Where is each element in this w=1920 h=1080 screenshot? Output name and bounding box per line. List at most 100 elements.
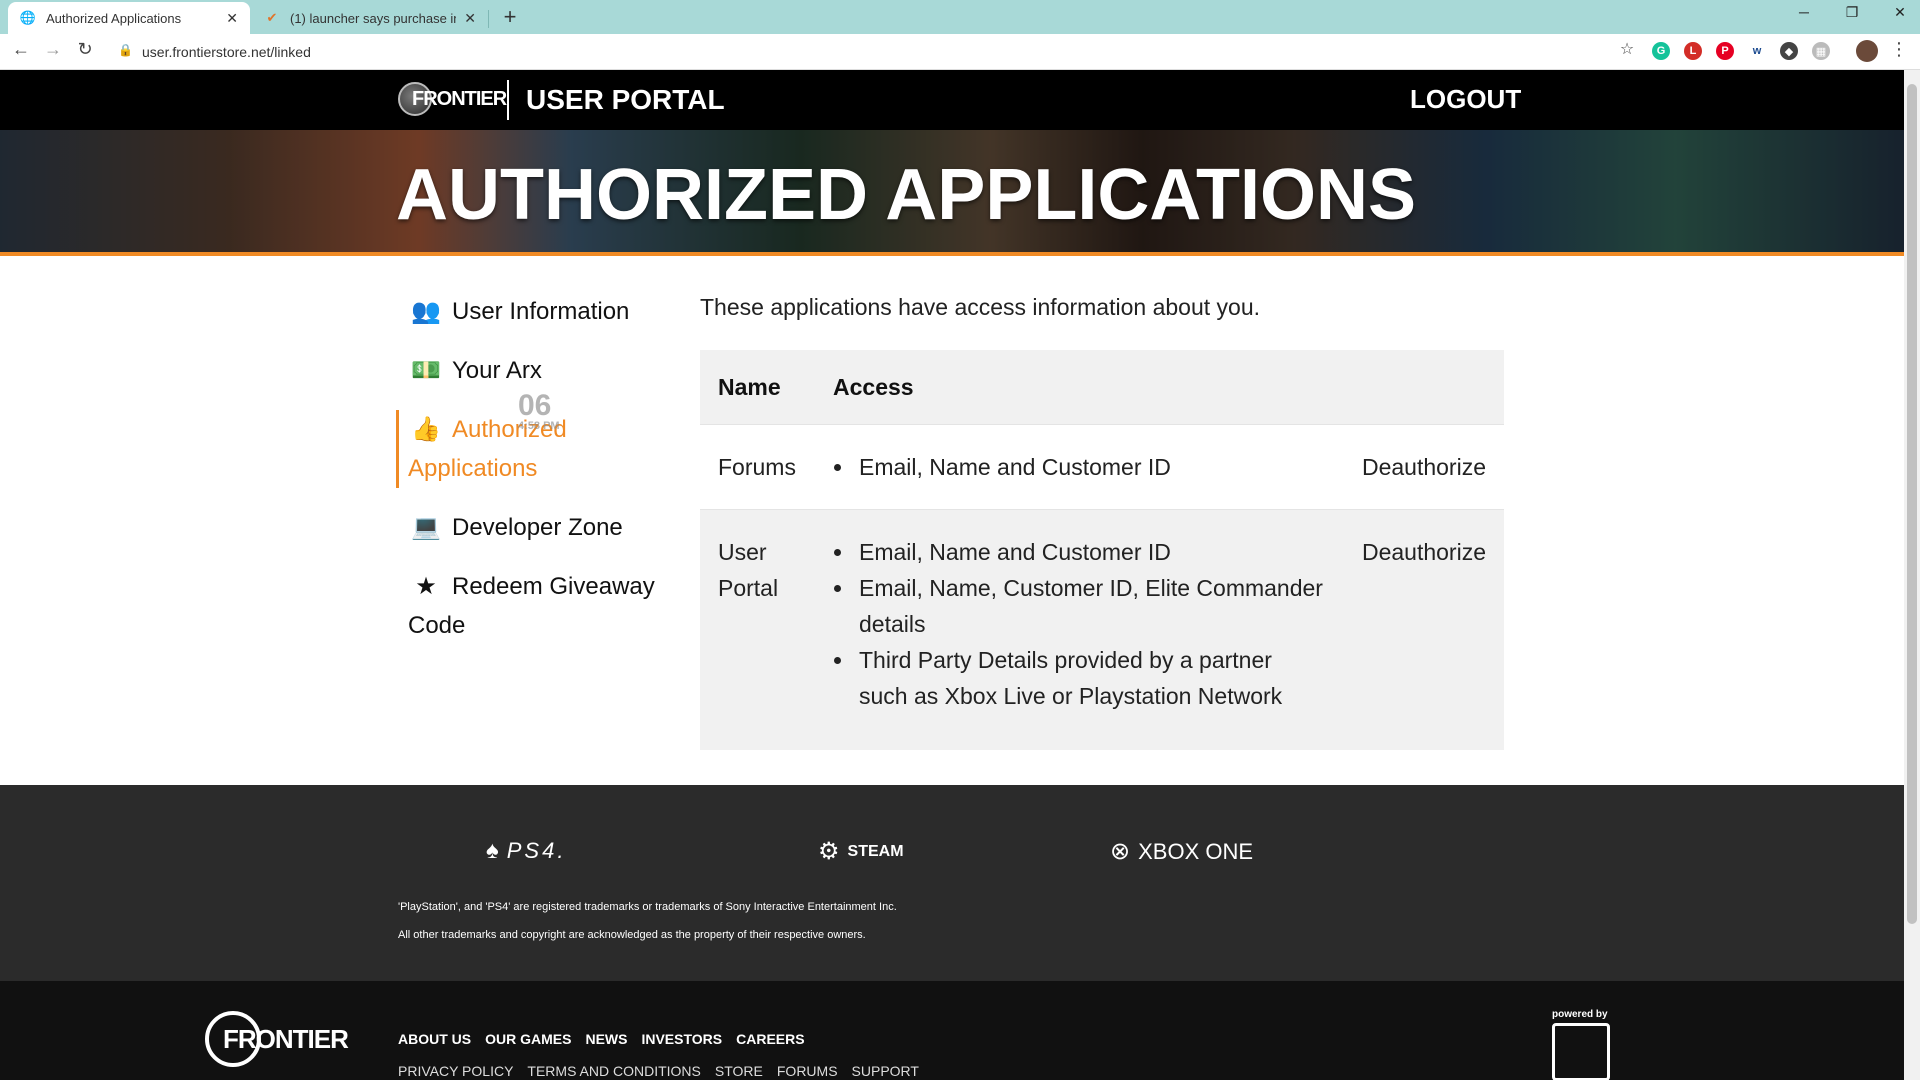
footer-link-about-us[interactable]: ABOUT US: [398, 1031, 471, 1047]
laptop-icon: 💻: [411, 514, 441, 541]
sidebar-item-developer-zone[interactable]: 💻 Developer Zone: [396, 508, 666, 547]
site-header: FRONTIER USER PORTAL LOGOUT: [0, 70, 1904, 130]
footer-frontier-logo[interactable]: FRONTIER: [205, 1011, 349, 1067]
extension-grammarly-icon[interactable]: G: [1652, 42, 1670, 60]
overlay-subtime: 4:58 PM: [518, 420, 560, 432]
frontier-logo[interactable]: FRONTIER: [398, 82, 507, 116]
bird-icon: ✔: [266, 10, 278, 25]
browser-tabstrip: 🌐 Authorized Applications ✕ ✔ (1) launch…: [0, 0, 1920, 34]
close-window-icon[interactable]: ✕: [1890, 4, 1910, 21]
trademark-text: All other trademarks and copyright are a…: [398, 929, 866, 941]
access-list: Email, Name and Customer ID Email, Name,…: [833, 534, 1326, 714]
apps-table: Name Access Forums Email, Name and Custo…: [700, 350, 1504, 750]
playstation-icon: ♠: [486, 837, 499, 864]
new-tab-icon[interactable]: +: [498, 4, 522, 30]
page-scrollbar[interactable]: [1904, 70, 1920, 1080]
minimize-icon[interactable]: ─: [1794, 4, 1814, 20]
column-header-access: Access: [815, 350, 1344, 424]
close-icon[interactable]: ✕: [226, 10, 238, 27]
tab-title: (1) launcher says purchase instea: [290, 10, 456, 26]
extension-lastpass-icon[interactable]: L: [1684, 42, 1702, 60]
table-header-row: Name Access: [700, 350, 1504, 424]
footer-secondary-links: PRIVACY POLICY TERMS AND CONDITIONS STOR…: [398, 1063, 919, 1079]
browser-tab[interactable]: ✔ (1) launcher says purchase instea ✕: [252, 2, 488, 34]
footer-link-news[interactable]: NEWS: [585, 1031, 627, 1047]
powered-by-label: powered by: [1552, 1009, 1608, 1020]
footer-link-privacy-policy[interactable]: PRIVACY POLICY: [398, 1063, 513, 1079]
app-name: User Portal: [700, 509, 815, 750]
platform-label: PS4.: [506, 838, 567, 863]
app-name: Forums: [700, 424, 815, 509]
table-row: Forums Email, Name and Customer ID Deaut…: [700, 424, 1504, 509]
footer-link-store[interactable]: STORE: [715, 1063, 763, 1079]
intro-text: These applications have access informati…: [700, 294, 1260, 320]
tab-separator: [488, 10, 489, 28]
platform-label: STEAM: [847, 842, 904, 860]
restore-icon[interactable]: ❐: [1842, 4, 1862, 21]
steam-logo: ⚙ STEAM: [818, 837, 904, 866]
avatar[interactable]: [1856, 40, 1878, 62]
reload-icon[interactable]: ↻: [72, 39, 98, 60]
globe-icon: 🌐: [19, 10, 37, 25]
trademark-text: 'PlayStation', and 'PS4' are registered …: [398, 901, 897, 913]
extension-puzzle-icon[interactable]: ▦: [1812, 42, 1830, 60]
money-icon: 💵: [411, 357, 441, 384]
browser-toolbar: ← → ↻ 🔒 user.frontierstore.net/linked ☆ …: [0, 34, 1920, 70]
xbox-icon: ⊗: [1110, 838, 1131, 865]
footer-link-careers[interactable]: CAREERS: [736, 1031, 804, 1047]
footer-link-our-games[interactable]: OUR GAMES: [485, 1031, 571, 1047]
footer-primary-links: ABOUT US OUR GAMES NEWS INVESTORS CAREER…: [398, 1031, 805, 1047]
sidebar-item-your-arx[interactable]: 💵 Your Arx: [396, 351, 666, 390]
page: FRONTIER USER PORTAL LOGOUT AUTHORIZED A…: [0, 70, 1904, 1080]
deauthorize-user-portal-button[interactable]: Deauthorize: [1343, 509, 1504, 750]
scrollbar-thumb[interactable]: [1907, 84, 1917, 924]
xbox-logo: ⊗ XBOX ONE: [1110, 837, 1253, 866]
sidebar-item-redeem-giveaway-code[interactable]: ★ Redeem Giveaway Code: [396, 567, 666, 645]
deauthorize-forums-button[interactable]: Deauthorize: [1343, 424, 1504, 509]
sidebar-nav: 👥 User Information 💵 Your Arx 👍 Authorized …: [396, 292, 666, 665]
header-divider: [507, 80, 509, 120]
column-header-action: [1343, 350, 1504, 424]
tab-title: Authorized Applications: [46, 10, 182, 26]
footer-link-forums[interactable]: FORUMS: [777, 1063, 838, 1079]
page-title: AUTHORIZED APPLICATIONS: [396, 155, 1416, 235]
logout-link[interactable]: LOGOUT: [1410, 84, 1521, 115]
platform-label: XBOX ONE: [1138, 838, 1254, 864]
footer-link-terms[interactable]: TERMS AND CONDITIONS: [527, 1063, 700, 1079]
sidebar-item-label: Developer Zone: [452, 514, 623, 541]
sidebar-item-label: Redeem Giveaway Code: [408, 573, 655, 639]
hero-underline: [0, 252, 1904, 256]
sidebar-item-user-information[interactable]: 👥 User Information: [396, 292, 666, 331]
bookmark-star-icon[interactable]: ☆: [1614, 39, 1640, 59]
access-list: Email, Name and Customer ID: [833, 449, 1326, 485]
sidebar-item-label: Your Arx: [452, 357, 542, 384]
access-item: Email, Name and Customer ID: [855, 449, 1326, 485]
address-bar[interactable]: user.frontierstore.net/linked: [142, 44, 311, 60]
logo-text: FRONTIER: [412, 87, 507, 110]
footer-links-bar: FRONTIER ABOUT US OUR GAMES NEWS INVESTO…: [0, 981, 1904, 1080]
footer-logo-text: FRONTIER: [223, 1023, 349, 1054]
close-icon[interactable]: ✕: [464, 10, 476, 27]
back-icon[interactable]: ←: [8, 39, 34, 60]
steam-icon: ⚙: [818, 838, 840, 865]
menu-kebab-icon[interactable]: ⋮: [1886, 39, 1912, 60]
extension-pinterest-icon[interactable]: P: [1716, 42, 1734, 60]
extension-wave-icon[interactable]: w: [1748, 42, 1766, 60]
footer-link-investors[interactable]: INVESTORS: [641, 1031, 722, 1047]
overlay-time: 06: [518, 389, 552, 422]
ps4-logo: ♠ PS4.: [486, 837, 566, 865]
hero-banner: AUTHORIZED APPLICATIONS: [0, 130, 1904, 252]
thumbs-up-icon: 👍: [411, 416, 441, 443]
access-item: Third Party Details provided by a partne…: [855, 642, 1326, 714]
table-row: User Portal Email, Name and Customer ID …: [700, 509, 1504, 750]
footer-platforms: ♠ PS4. ⚙ STEAM ⊗ XBOX ONE 'PlayStation',…: [0, 785, 1904, 981]
forward-icon[interactable]: →: [40, 39, 66, 60]
portal-title[interactable]: USER PORTAL: [526, 84, 725, 116]
star-icon: ★: [415, 573, 437, 600]
footer-link-support[interactable]: SUPPORT: [852, 1063, 919, 1079]
lock-icon[interactable]: 🔒: [118, 43, 133, 57]
extension-shield-icon[interactable]: ◆: [1780, 42, 1798, 60]
browser-tab-active[interactable]: 🌐 Authorized Applications ✕: [8, 2, 250, 34]
access-item: Email, Name, Customer ID, Elite Commande…: [855, 570, 1326, 642]
column-header-name: Name: [700, 350, 815, 424]
